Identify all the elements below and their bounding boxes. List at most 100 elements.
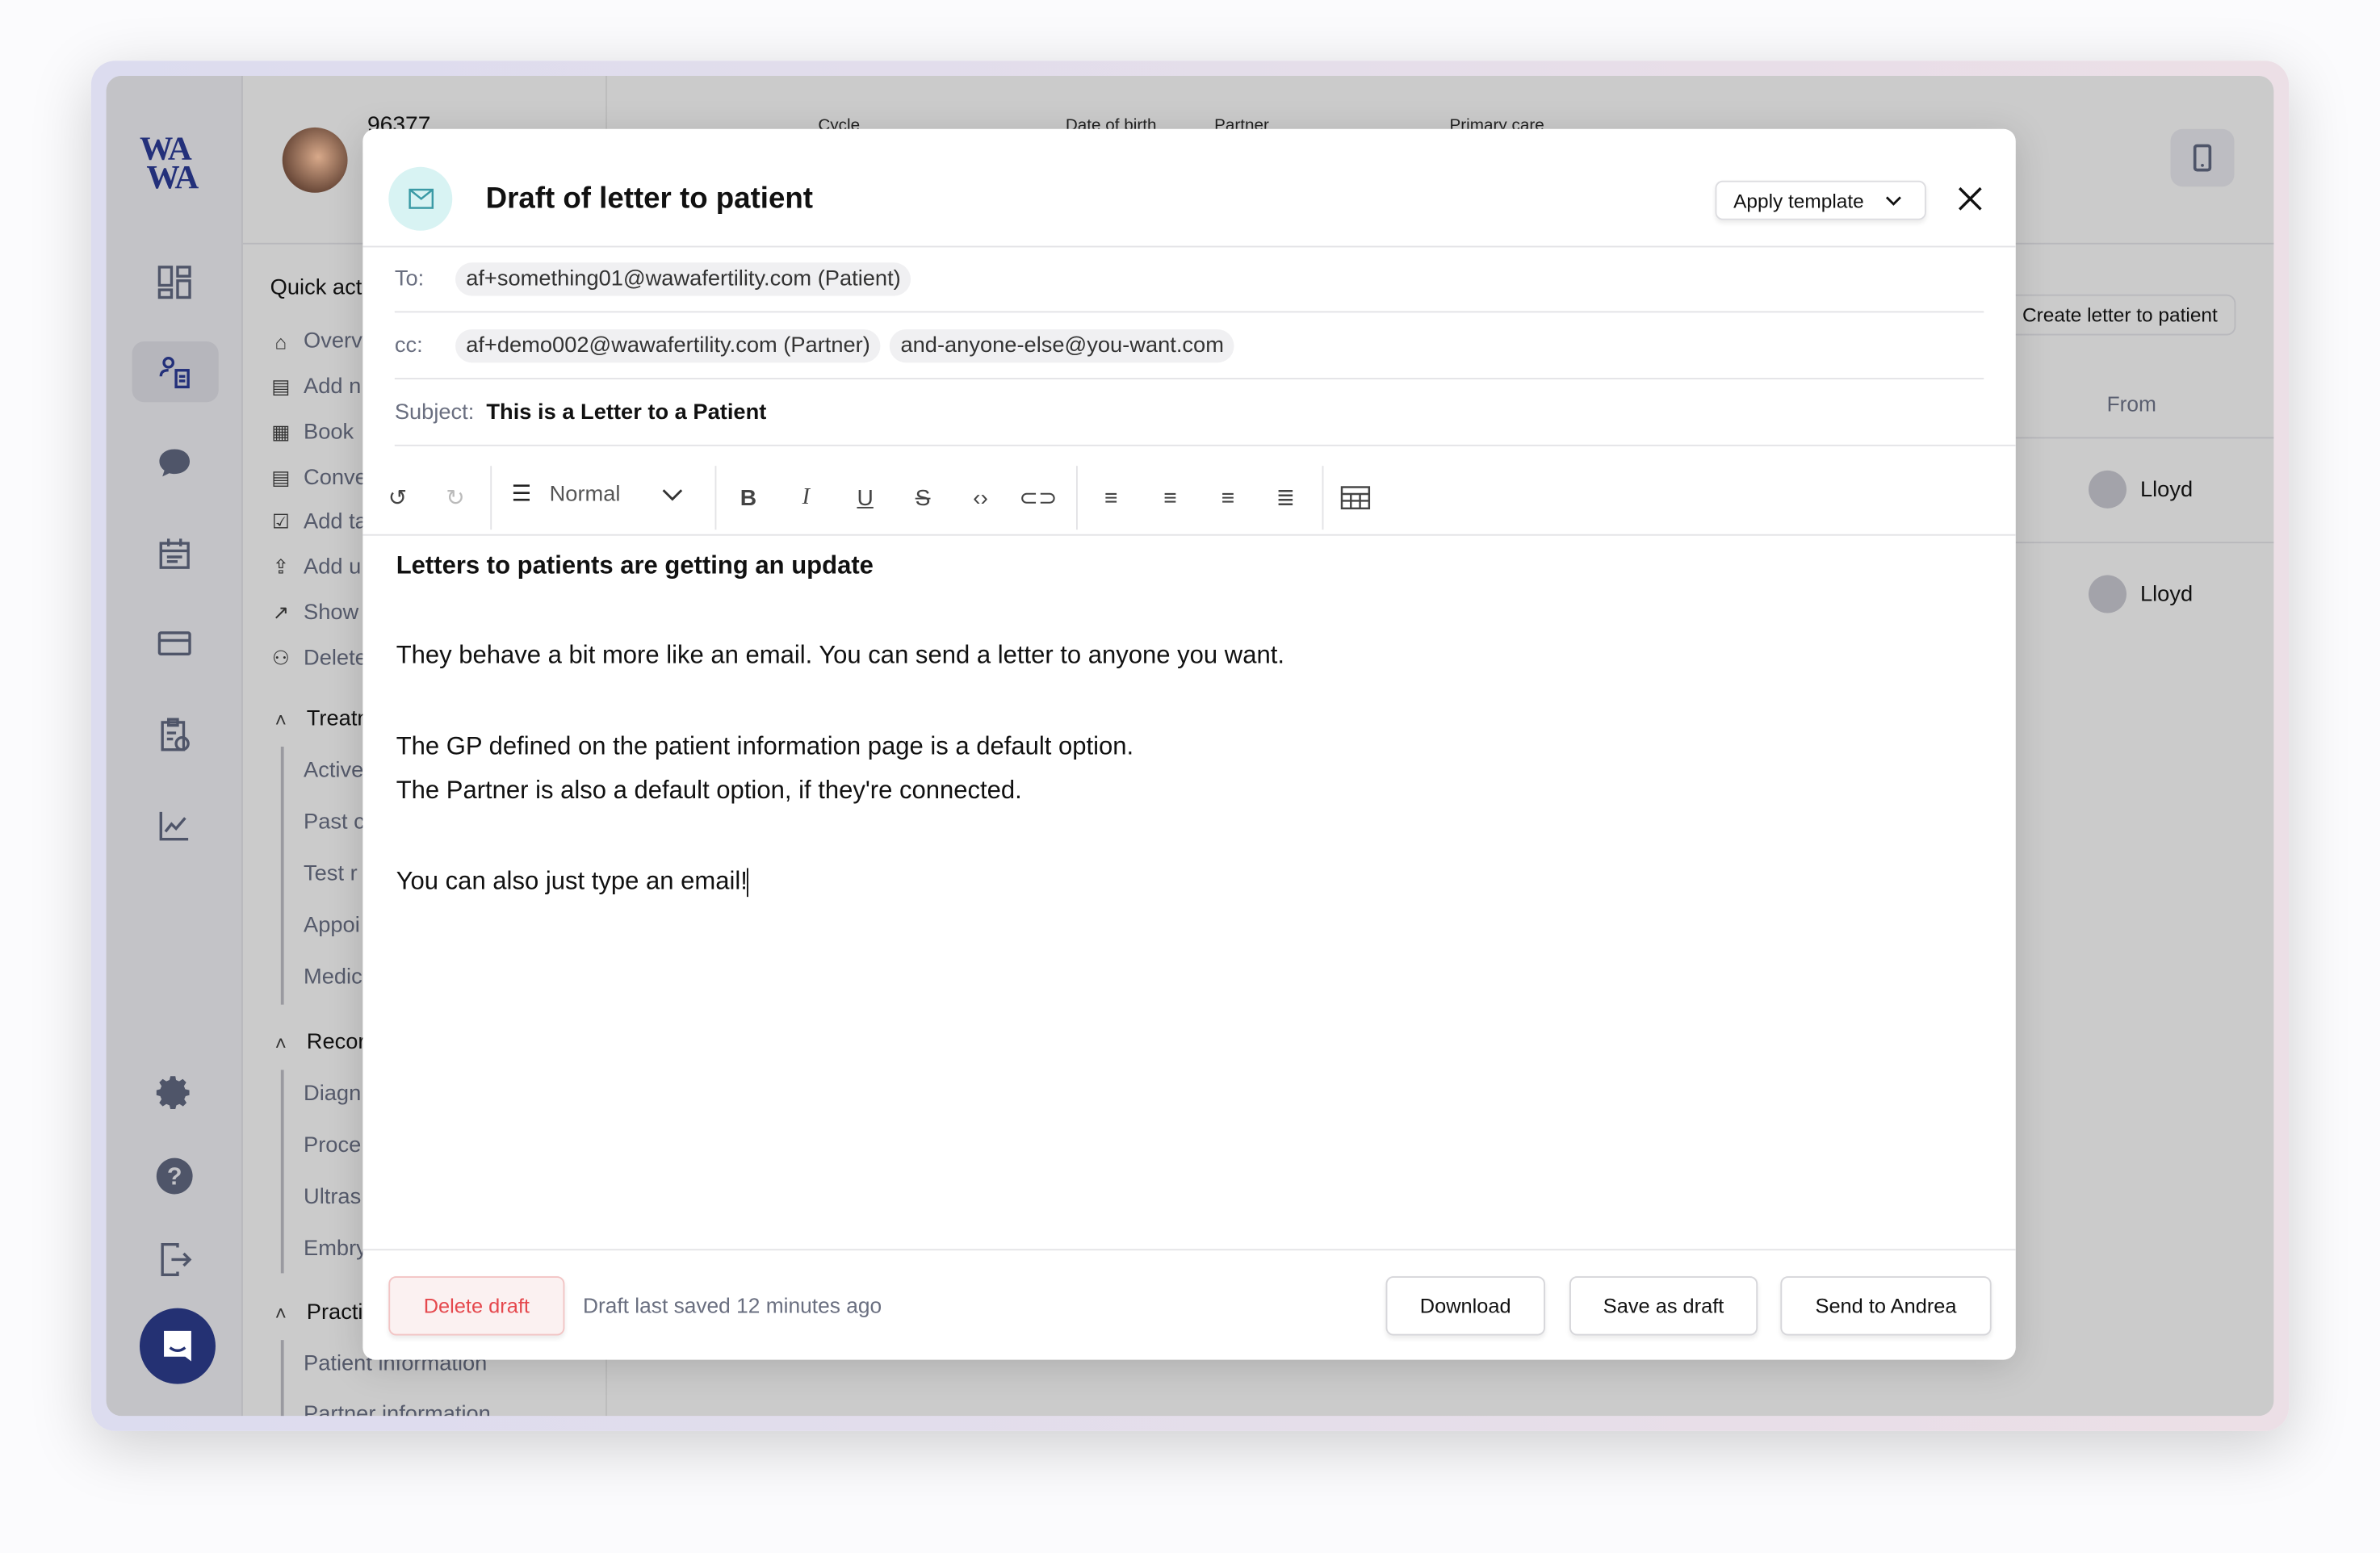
records-item[interactable]: Ultras: [304, 1185, 361, 1209]
body-heading: Letters to patients are getting an updat…: [396, 552, 874, 580]
code-icon[interactable]: ‹›: [961, 478, 1000, 517]
quick-action-add-task[interactable]: ☑ Add ta: [270, 510, 367, 534]
italic-icon[interactable]: I: [786, 478, 826, 517]
practice-divider: [280, 1340, 284, 1417]
toolbar-separator: [490, 466, 492, 530]
subject-label: Subject:: [394, 400, 475, 425]
treatment-item[interactable]: Medic: [304, 965, 362, 990]
icon-rail: WA WA ?: [106, 76, 243, 1417]
modal-title: Draft of letter to patient: [485, 182, 813, 216]
patients-icon[interactable]: [132, 341, 219, 403]
toolbar-separator: [1075, 466, 1078, 530]
letter-draft-modal: Draft of letter to patient Apply templat…: [362, 128, 2016, 1360]
from-column-header: From: [2106, 391, 2157, 417]
calendar-icon: ▦: [271, 420, 291, 443]
align-left-icon[interactable]: ≡: [1092, 478, 1131, 517]
quick-action-overview[interactable]: ⌂ Overv: [270, 329, 362, 354]
user-avatar-icon: [2089, 470, 2127, 509]
tasks-icon[interactable]: [145, 704, 205, 764]
body-line: You can also just type an email!: [396, 868, 748, 895]
mobile-icon[interactable]: [2170, 128, 2235, 187]
checkbox-icon: ☑: [271, 509, 290, 533]
treatment-item[interactable]: Appoi: [304, 914, 360, 938]
treatment-item[interactable]: Past c: [304, 810, 365, 835]
quick-action-book[interactable]: ▦ Book: [270, 421, 354, 445]
note-icon: ▤: [271, 375, 291, 398]
paragraph-icon: ☰: [511, 482, 532, 507]
help-icon[interactable]: ?: [145, 1145, 205, 1206]
letter-body-editor[interactable]: Letters to patients are getting an updat…: [396, 545, 1284, 906]
table-row[interactable]: Lloyd: [2089, 470, 2193, 509]
quick-action-add-upload[interactable]: ⇪ Add u: [270, 555, 362, 580]
analytics-icon[interactable]: [145, 795, 205, 856]
recipient-chip[interactable]: af+something01@wawafertility.com (Patien…: [455, 262, 911, 295]
chevron-up-icon: ˄: [274, 1301, 287, 1325]
quick-action-conversation[interactable]: ▤ Conve: [270, 466, 367, 490]
support-chat-button[interactable]: [139, 1308, 216, 1384]
underline-icon[interactable]: U: [845, 478, 885, 517]
delete-draft-button[interactable]: Delete draft: [388, 1276, 565, 1336]
link-icon[interactable]: ⊂⊃: [1019, 478, 1058, 517]
text-style-select[interactable]: ☰ Normal: [512, 483, 683, 507]
user-avatar-icon: [2089, 575, 2127, 613]
treatment-section-toggle[interactable]: ˄ Treatm: [270, 707, 375, 731]
cc-chip[interactable]: af+demo002@wawafertility.com (Partner): [455, 329, 882, 362]
document-icon: ▤: [271, 466, 291, 489]
practice-item[interactable]: Partner information: [304, 1402, 491, 1416]
settings-icon[interactable]: [145, 1062, 205, 1123]
records-item[interactable]: Diagn: [304, 1082, 361, 1107]
cc-row: cc: af+demo002@wawafertility.com (Partner…: [394, 312, 1984, 380]
quick-action-add-note[interactable]: ▤ Add n: [270, 375, 361, 399]
toolbar-separator: [1322, 466, 1324, 530]
messages-icon[interactable]: [145, 433, 205, 493]
upload-icon: ⇪: [272, 555, 290, 579]
save-status: Draft last saved 12 minutes ago: [582, 1292, 882, 1317]
svg-text:?: ?: [167, 1162, 182, 1190]
chevron-up-icon: ˄: [274, 708, 287, 731]
undo-icon[interactable]: ↺: [378, 478, 417, 517]
align-center-icon[interactable]: ≡: [1150, 478, 1190, 517]
treatment-divider: [280, 747, 284, 1005]
body-line: [396, 590, 1284, 635]
toolbar-separator: [714, 466, 717, 530]
close-icon: [1959, 186, 1982, 211]
strikethrough-icon[interactable]: S: [903, 478, 943, 517]
billing-icon[interactable]: [145, 613, 205, 674]
redo-icon[interactable]: ↻: [436, 478, 476, 517]
quick-action-show[interactable]: ↗ Show: [270, 601, 359, 626]
table-icon[interactable]: [1335, 478, 1375, 517]
treatment-item[interactable]: Active: [304, 759, 363, 783]
bold-icon[interactable]: B: [728, 478, 768, 517]
cc-chip[interactable]: and-anyone-else@you-want.com: [890, 329, 1235, 362]
calendar-icon[interactable]: [145, 524, 205, 584]
records-item[interactable]: Proce: [304, 1133, 361, 1157]
table-divider: [2015, 437, 2274, 439]
close-button[interactable]: [1956, 185, 1984, 220]
envelope-icon: [388, 166, 453, 231]
logout-icon[interactable]: [145, 1229, 205, 1290]
body-line: The GP defined on the patient informatio…: [396, 732, 1134, 760]
text-cursor: [747, 868, 749, 898]
records-item[interactable]: Embry: [304, 1237, 367, 1261]
quick-actions-title: Quick act: [270, 276, 362, 301]
quick-action-delete[interactable]: ⚇ Delete: [270, 647, 367, 671]
body-line: [396, 680, 1284, 725]
justify-icon[interactable]: ≣: [1266, 478, 1305, 517]
body-line: The Partner is also a default option, if…: [396, 777, 1022, 806]
practice-section-toggle[interactable]: ˄ Practic: [270, 1300, 374, 1325]
chevron-down-icon: [662, 489, 683, 501]
send-button[interactable]: Send to Andrea: [1780, 1276, 1992, 1336]
apply-template-dropdown[interactable]: Apply template: [1715, 180, 1926, 220]
subject-row: Subject: This is a Letter to a Patient: [394, 379, 2016, 446]
dashboard-icon[interactable]: [145, 252, 205, 312]
save-draft-button[interactable]: Save as draft: [1569, 1276, 1758, 1336]
treatment-item[interactable]: Test r: [304, 862, 358, 886]
chevron-up-icon: ˄: [274, 1031, 287, 1054]
body-line: They behave a bit more like an email. Yo…: [396, 642, 1284, 670]
subject-input[interactable]: This is a Letter to a Patient: [486, 400, 766, 424]
table-row[interactable]: Lloyd: [2089, 575, 2193, 613]
download-button[interactable]: Download: [1385, 1276, 1545, 1336]
records-section-toggle[interactable]: ˄ Record: [270, 1031, 378, 1055]
align-right-icon[interactable]: ≡: [1209, 478, 1248, 517]
records-divider: [280, 1070, 284, 1274]
